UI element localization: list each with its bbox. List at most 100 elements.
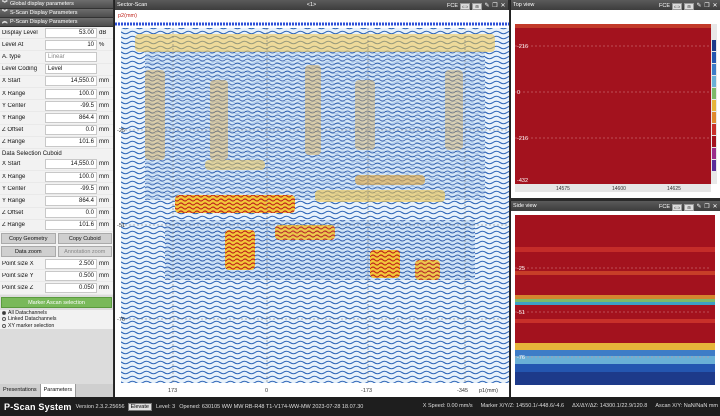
tab-parameters[interactable]: Parameters xyxy=(40,384,77,397)
y-tick-label: -25 xyxy=(117,128,125,134)
marker-label: <1> xyxy=(306,2,317,8)
param-unit: mm xyxy=(99,90,109,97)
color-scale-segment xyxy=(712,88,716,99)
param-value-field[interactable]: 0.0 xyxy=(45,208,97,219)
zoom-fit-button[interactable]: ⊞ xyxy=(472,2,482,10)
y-tick-label: -216 xyxy=(517,44,528,50)
x-tick-label: 0 xyxy=(265,388,268,394)
sector-scan-canvas[interactable]: p2(mm) -25 -51 -76 173 0 -173 -345 p1(mm… xyxy=(115,10,511,397)
param-row: X Start 14,550.0 mm xyxy=(0,75,113,88)
param-unit: mm xyxy=(99,173,109,180)
param-unit: mm xyxy=(99,114,109,121)
close-icon[interactable]: ✕ xyxy=(712,3,718,10)
param-label: X Start xyxy=(2,78,21,85)
param-value-field[interactable]: 14,550.0 xyxy=(45,76,97,87)
echo-indication xyxy=(225,230,255,270)
point-size-list: Point size X 2.500 mm Point size Y 0.500 mm Po… xyxy=(0,258,113,295)
radio-dot[interactable] xyxy=(2,323,6,328)
param-label: Y Range xyxy=(2,198,26,205)
radio-xy-marker-selection[interactable]: XY marker selection xyxy=(0,322,113,330)
chevron-up-icon: ︽ xyxy=(2,19,8,25)
param-label: Point size X xyxy=(2,260,34,267)
x-tick-label: 14625 xyxy=(667,186,681,192)
section-label: Global display parameters xyxy=(10,1,74,7)
link-button[interactable]: ⊂⊃ xyxy=(672,2,682,10)
section-global-display-parameters[interactable]: ︾ Global display parameters xyxy=(0,0,113,9)
echo-indication xyxy=(210,80,228,160)
echo-indication xyxy=(315,190,445,202)
pin-icon[interactable]: ✎ xyxy=(696,3,702,10)
param-row: Y Range 864.4 mm xyxy=(0,195,113,208)
param-value-field[interactable]: 0.0 xyxy=(45,125,97,136)
param-value-field[interactable]: 101.6 xyxy=(45,220,97,231)
param-value-field[interactable]: 0.050 xyxy=(45,282,97,293)
tab-presentations[interactable]: Presentations xyxy=(0,384,41,397)
color-scale-segment xyxy=(712,40,716,51)
x-axis-unit: p1(mm) xyxy=(479,388,498,394)
param-value-field[interactable]: 864.4 xyxy=(45,196,97,207)
sector-scan-plot[interactable]: p2(mm) -25 -51 -76 173 0 -173 -345 p1(mm… xyxy=(115,10,511,397)
param-value-field[interactable]: -99.5 xyxy=(45,100,97,111)
close-icon[interactable]: ✕ xyxy=(500,3,506,10)
param-unit: mm xyxy=(99,210,109,217)
status-bar: P-Scan System Version 2.3.2.25656 Elevat… xyxy=(0,397,720,416)
top-view: Top view FCE ⊂⊃ ⊞ ✎ ❐ ✕ -216 0 -216 -432 xyxy=(510,0,720,198)
zoom-fit-button[interactable]: ⊞ xyxy=(684,203,694,211)
side-view-canvas[interactable]: -25 -51 -76 14575 14600 14625 xyxy=(511,211,720,397)
param-label: Point size Y xyxy=(2,272,34,279)
marker-readout: Marker X/Y/Z: 14550.1/-448.6/-4.6 xyxy=(480,403,565,409)
param-row: Y Center -99.5 mm xyxy=(0,100,113,113)
copy-cuboid-button[interactable]: Copy Cuboid xyxy=(57,233,112,244)
param-row: Z Offset 0.0 mm xyxy=(0,207,113,220)
unit-tag: p2(mm) xyxy=(118,13,137,19)
radio-dot[interactable] xyxy=(2,310,6,315)
y-tick-label: -76 xyxy=(117,317,125,323)
y-tick-label: -51 xyxy=(517,310,525,316)
section-sscan-display-parameters[interactable]: ︾ S-Scan Display Parameters xyxy=(0,9,113,18)
zoom-fit-button[interactable]: ⊞ xyxy=(684,2,694,10)
annotation-zoom-button[interactable]: Annotation zoom xyxy=(57,246,112,257)
param-label: Level Coding xyxy=(2,66,38,73)
param-value-field[interactable]: -99.5 xyxy=(45,183,97,194)
close-icon[interactable]: ✕ xyxy=(712,204,718,211)
marker-ascan-selection-button[interactable]: Marker Ascan selection xyxy=(1,296,112,308)
param-label: X Range xyxy=(2,90,26,97)
copy-button-row: Copy Geometry Copy Cuboid xyxy=(0,232,113,245)
restore-icon[interactable]: ❐ xyxy=(704,204,710,211)
param-value-field[interactable]: 864.4 xyxy=(45,112,97,123)
top-view-canvas[interactable]: -216 0 -216 -432 14575 14600 14625 xyxy=(511,10,720,198)
restore-icon[interactable]: ❐ xyxy=(492,3,498,10)
copy-geometry-button[interactable]: Copy Geometry xyxy=(1,233,56,244)
link-button[interactable]: ⊂⊃ xyxy=(460,2,470,10)
param-value-field[interactable]: 101.6 xyxy=(45,137,97,148)
echo-indication xyxy=(145,70,165,160)
view-title: Sector-Scan xyxy=(117,2,148,8)
param-value-field[interactable]: 10 xyxy=(45,39,97,50)
param-value-field[interactable]: 14,550.0 xyxy=(45,159,97,170)
param-value-field[interactable]: 100.0 xyxy=(45,88,97,99)
link-button[interactable]: ⊂⊃ xyxy=(672,203,682,211)
param-value-field[interactable]: Level xyxy=(45,64,97,75)
section-pscan-display-parameters[interactable]: ︽ P-Scan Display Parameters xyxy=(0,18,113,27)
data-zoom-button[interactable]: Data zoom xyxy=(1,246,56,257)
opened-file-label: Opened: 630105 WW MW RB-R48 T1-V174-WW-M… xyxy=(179,403,364,410)
param-label: Level At xyxy=(2,41,24,48)
x-tick-label: 14600 xyxy=(612,186,626,192)
top-view-titlebar: Top view FCE ⊂⊃ ⊞ ✎ ❐ ✕ xyxy=(511,0,720,10)
param-unit: mm xyxy=(99,222,109,229)
elevate-button[interactable]: Elevate xyxy=(127,402,152,411)
view-title: Side view xyxy=(513,203,537,209)
color-scale-segment xyxy=(712,76,716,87)
parameters-panel: ︾ Global display parameters ︾ S-Scan Displ… xyxy=(0,0,113,397)
radio-dot[interactable] xyxy=(2,317,6,322)
param-value-field[interactable]: 2.500 xyxy=(45,258,97,269)
pin-icon[interactable]: ✎ xyxy=(696,204,702,211)
param-label: Z Offset xyxy=(2,210,24,217)
param-value-field[interactable]: Linear xyxy=(45,51,97,62)
param-value-field[interactable]: 100.0 xyxy=(45,171,97,182)
x-tick-label: 14575 xyxy=(556,389,571,395)
param-value-field[interactable]: 0.500 xyxy=(45,270,97,281)
restore-icon[interactable]: ❐ xyxy=(704,3,710,10)
param-value-field[interactable]: 53.00 xyxy=(45,27,97,38)
pin-icon[interactable]: ✎ xyxy=(484,3,490,10)
